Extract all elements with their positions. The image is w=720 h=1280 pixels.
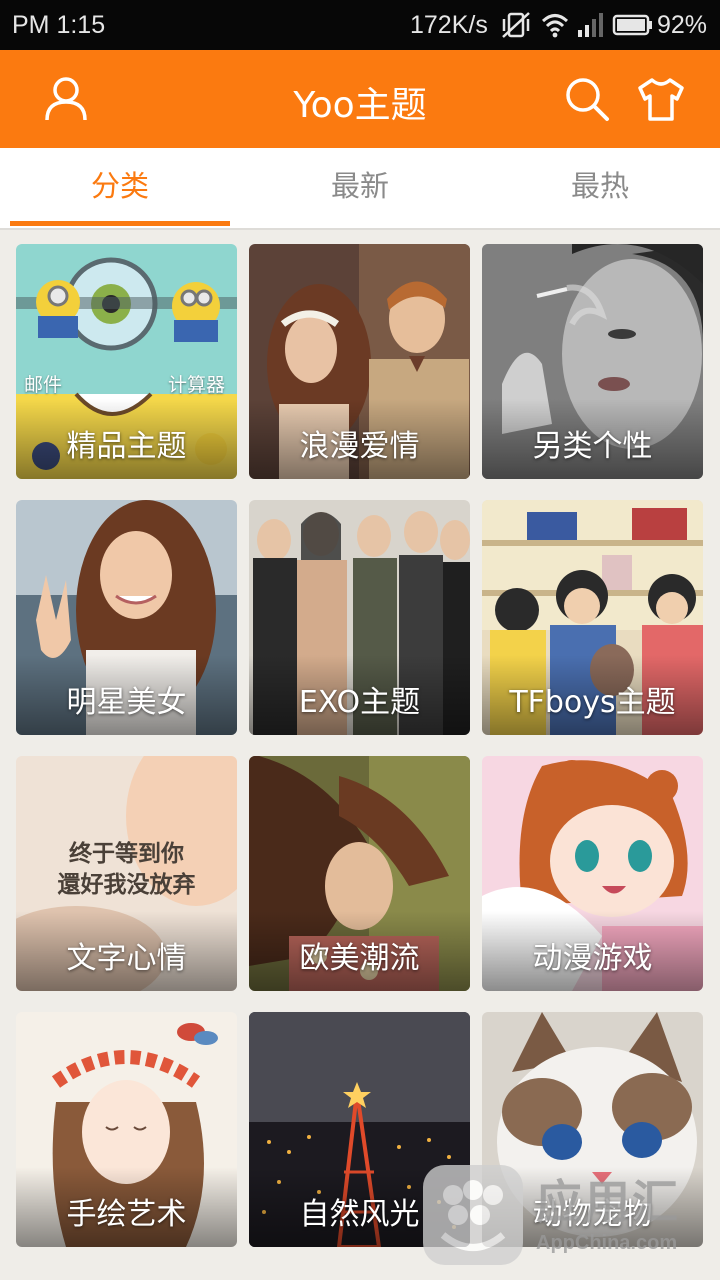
tab-category[interactable]: 分类	[0, 148, 240, 228]
watermark-en: AppChina.com	[536, 1232, 678, 1254]
network-speed: 172K/s	[410, 11, 488, 39]
tab-hottest[interactable]: 最热	[480, 148, 720, 228]
category-label: 手绘艺术	[66, 1197, 187, 1232]
category-label: 明星美女	[66, 685, 187, 720]
category-label: TFboys主题	[509, 685, 676, 720]
battery-icon	[612, 14, 652, 36]
theme-button[interactable]	[634, 72, 688, 126]
category-tile-exo[interactable]: EXO主题	[249, 500, 470, 735]
category-tile-hand-drawn[interactable]: 手绘艺术	[16, 1012, 237, 1247]
tshirt-theme-icon	[638, 78, 684, 121]
category-label: 精品主题	[66, 429, 187, 464]
signal-icon	[578, 13, 603, 37]
status-bar: PM 1:15 172K/s 92%	[0, 0, 720, 50]
search-icon	[566, 78, 609, 121]
tile-quote-line2: 還好我没放弃	[57, 871, 196, 898]
category-tile-celebrity[interactable]: 明星美女	[16, 500, 237, 735]
appchina-watermark: 应用汇 AppChina.com	[418, 1160, 718, 1270]
tile-sub-calculator: 计算器	[167, 374, 225, 396]
category-label: 浪漫爱情	[299, 429, 420, 464]
tile-sub-mail: 邮件	[24, 374, 63, 396]
appchina-logo-icon	[423, 1165, 523, 1265]
category-label: 动漫游戏	[532, 941, 653, 976]
category-label: 另类个性	[532, 429, 653, 464]
wifi-icon	[541, 14, 569, 38]
battery-percent: 92%	[657, 11, 708, 39]
category-grid: 邮件 计算器 精品主题 浪漫爱情 另类个性 明星美女 EXO主题 TFboys主…	[0, 230, 720, 1280]
tab-bar: 分类 最新 最热	[0, 148, 720, 230]
category-label: 欧美潮流	[299, 941, 420, 976]
search-button[interactable]	[560, 72, 614, 126]
category-tile-alternative[interactable]: 另类个性	[482, 244, 703, 479]
category-tile-tfboys[interactable]: TFboys主题	[482, 500, 703, 735]
mute-vibrate-icon	[502, 12, 530, 38]
category-tile-text-mood[interactable]: 终于等到你 還好我没放弃 文字心情	[16, 756, 237, 991]
category-label: EXO主题	[298, 685, 421, 720]
grid-bottom-edge	[0, 1268, 720, 1280]
category-tile-romance[interactable]: 浪漫爱情	[249, 244, 470, 479]
tab-latest[interactable]: 最新	[240, 148, 480, 228]
category-tile-western-trend[interactable]: 欧美潮流	[249, 756, 470, 991]
watermark-cn: 应用汇	[536, 1175, 680, 1229]
tab-active-indicator	[10, 221, 230, 226]
status-time: PM 1:15	[12, 11, 106, 39]
tile-quote-line1: 终于等到你	[69, 840, 184, 867]
category-tile-premium[interactable]: 邮件 计算器 精品主题	[16, 244, 237, 479]
category-tile-anime-games[interactable]: 动漫游戏	[482, 756, 703, 991]
category-label: 文字心情	[66, 941, 187, 976]
app-bar: Yoo主题	[0, 50, 720, 148]
